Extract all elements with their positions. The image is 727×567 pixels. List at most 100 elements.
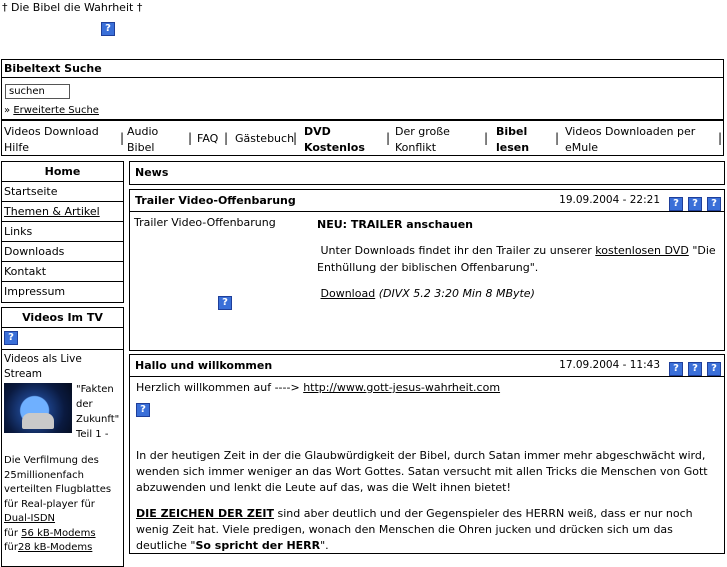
download-line: Download (DIVX 5.2 3:20 Min 8 MByte) [317, 285, 718, 302]
nav-gaestebuch[interactable]: Gästebuch [235, 131, 294, 147]
videos-tv-body: Videos als Live Stream "Fakten der Zukun… [2, 350, 123, 558]
article-date: 19.09.2004 - 22:21 [559, 194, 660, 206]
article-content: NEU: TRAILER anschauen Unter Downloads f… [317, 216, 718, 302]
broken-image-icon[interactable]: ? [218, 296, 232, 310]
figure-shape [22, 413, 54, 429]
search-block: Bibeltext Suche » Erweiterte Suche [1, 59, 724, 120]
article-trailer: Trailer Video-Offenbarung 19.09.2004 - 2… [129, 189, 725, 351]
paragraph-bold: So spricht der HERR [195, 539, 321, 552]
pdf-icon[interactable]: ? [707, 362, 721, 376]
advanced-search-prefix: » [4, 105, 11, 116]
nav-label: Konflikt [395, 141, 437, 154]
article-left-label: Trailer Video-Offenbarung [134, 216, 276, 229]
download-info: (DIVX 5.2 3:20 Min 8 MByte) [378, 287, 535, 300]
video-description-text: Die Verfilmung des 25millionenfach verte… [4, 455, 112, 510]
article-welcome: Hallo und willkommen 17.09.2004 - 11:43 … [129, 354, 725, 554]
nav-label: DVD [304, 125, 331, 138]
paragraph-text: Unter Downloads findet ihr den Trailer z… [320, 244, 592, 257]
menu-item-startseite[interactable]: Startseite [2, 182, 123, 202]
search-input[interactable] [5, 84, 70, 99]
nav-label: Hilfe [4, 141, 30, 154]
menu-link-themen-artikel[interactable]: Themen & Artikel [4, 205, 100, 218]
menu-item-links[interactable]: Links [2, 222, 123, 242]
nav-der-grosse-konflikt[interactable]: Der große Konflikt [395, 124, 450, 156]
fuer-label: für [4, 527, 18, 539]
nav-faq[interactable]: FAQ [197, 131, 218, 147]
article-body: Trailer Video-Offenbarung ? NEU: TRAILER… [130, 212, 724, 350]
nav-separator: | [386, 131, 391, 145]
article-header: Trailer Video-Offenbarung 19.09.2004 - 2… [130, 190, 724, 212]
nav-separator: | [188, 131, 193, 145]
nav-bibel-lesen[interactable]: Bibel lesen [496, 124, 529, 156]
article-action-icons: ??? [664, 358, 721, 379]
nav-separator: | [120, 131, 125, 145]
video-description: Die Verfilmung des 25millionenfach verte… [4, 454, 121, 556]
home-menu: Home Startseite Themen & Artikel Links D… [1, 161, 124, 303]
nav-label: Videos Downloaden per [565, 125, 696, 138]
email-icon[interactable]: ? [688, 362, 702, 376]
nav-label: FAQ [197, 132, 219, 145]
menu-item-impressum[interactable]: Impressum [2, 282, 123, 302]
nav-label: Audio [127, 125, 159, 138]
nav-label: Bibel [496, 125, 528, 138]
link-56k[interactable]: 56 kB-Modems [21, 528, 95, 539]
nav-separator: | [555, 131, 560, 145]
nav-videos-emule[interactable]: Videos Downloaden per eMule [565, 124, 695, 156]
nav-label: Bibel [127, 141, 155, 154]
link-kostenlose-dvd[interactable]: kostenlosen DVD [595, 244, 689, 257]
site-url-link[interactable]: http://www.gott-jesus-wahrheit.com [303, 381, 500, 394]
nav-dvd-kostenlos[interactable]: DVD Kostenlos [304, 124, 365, 156]
article-body: Herzlich willkommen auf ----> http://www… [130, 377, 724, 557]
menu-item-kontakt[interactable]: Kontakt [2, 262, 123, 282]
nav-label: lesen [496, 141, 530, 154]
fuer-label: für [4, 542, 18, 553]
print-icon[interactable]: ? [669, 197, 683, 211]
news-header: News [129, 161, 725, 185]
advanced-search-link[interactable]: Erweiterte Suche [13, 105, 99, 116]
nav-label: Videos Download [4, 125, 99, 138]
nav-label: Kostenlos [304, 141, 365, 154]
download-link[interactable]: Download [321, 287, 376, 300]
left-column: Home Startseite Themen & Artikel Links D… [1, 161, 124, 303]
pdf-icon[interactable]: ? [707, 197, 721, 211]
welcome-line: Herzlich willkommen auf ----> http://www… [136, 380, 718, 396]
article-headline: NEU: TRAILER anschauen [317, 218, 473, 231]
welcome-text: Herzlich willkommen auf ----> [136, 381, 304, 394]
videos-tv-box: Videos Im TV ? Videos als Live Stream "F… [1, 307, 124, 567]
article-paragraph: Unter Downloads findet ihr den Trailer z… [317, 242, 718, 276]
home-menu-header: Home [2, 162, 123, 182]
link-zeichen-der-zeit[interactable]: DIE ZEICHEN DER ZEIT [136, 507, 274, 520]
broken-image-icon[interactable]: ? [4, 331, 18, 345]
videos-tv-icon-row: ? [2, 328, 123, 350]
video-thumbnail[interactable] [4, 383, 72, 433]
nav-separator: | [224, 131, 229, 145]
nav-separator: | [293, 131, 298, 145]
email-icon[interactable]: ? [688, 197, 702, 211]
broken-image-icon: ? [101, 22, 115, 36]
article-paragraph: DIE ZEICHEN DER ZEIT sind aber deutlich … [136, 506, 718, 554]
article-title: Trailer Video-Offenbarung [135, 194, 296, 207]
search-header: Bibeltext Suche [2, 60, 723, 78]
article-title: Hallo und willkommen [135, 359, 273, 372]
top-nav: Videos Download Hilfe | Audio Bibel | FA… [1, 120, 724, 156]
broken-image-icon[interactable]: ? [136, 403, 150, 417]
print-icon[interactable]: ? [669, 362, 683, 376]
menu-item-downloads[interactable]: Downloads [2, 242, 123, 262]
article-date: 17.09.2004 - 11:43 [559, 359, 660, 371]
site-title: † Die Bibel die Wahrheit † [2, 1, 143, 14]
nav-separator: | [484, 131, 489, 145]
advanced-search: » Erweiterte Suche [4, 105, 99, 116]
live-stream-label: Videos als Live Stream [4, 353, 82, 380]
nav-audio-bibel[interactable]: Audio Bibel [127, 124, 158, 156]
article-action-icons: ??? [664, 193, 721, 214]
nav-videos-download-hilfe[interactable]: Videos Download Hilfe [4, 124, 99, 156]
nav-label: Gästebuch [235, 132, 295, 145]
nav-separator: | [718, 131, 723, 145]
videos-tv-header: Videos Im TV [2, 308, 123, 328]
nav-label: Der große [395, 125, 450, 138]
link-dual-isdn[interactable]: Dual-ISDN [4, 513, 55, 524]
paragraph-text: ". [320, 539, 329, 552]
article-header: Hallo und willkommen 17.09.2004 - 11:43 … [130, 355, 724, 377]
link-28k[interactable]: 28 kB-Modems [18, 542, 92, 553]
menu-item-themen-artikel[interactable]: Themen & Artikel [2, 202, 123, 222]
